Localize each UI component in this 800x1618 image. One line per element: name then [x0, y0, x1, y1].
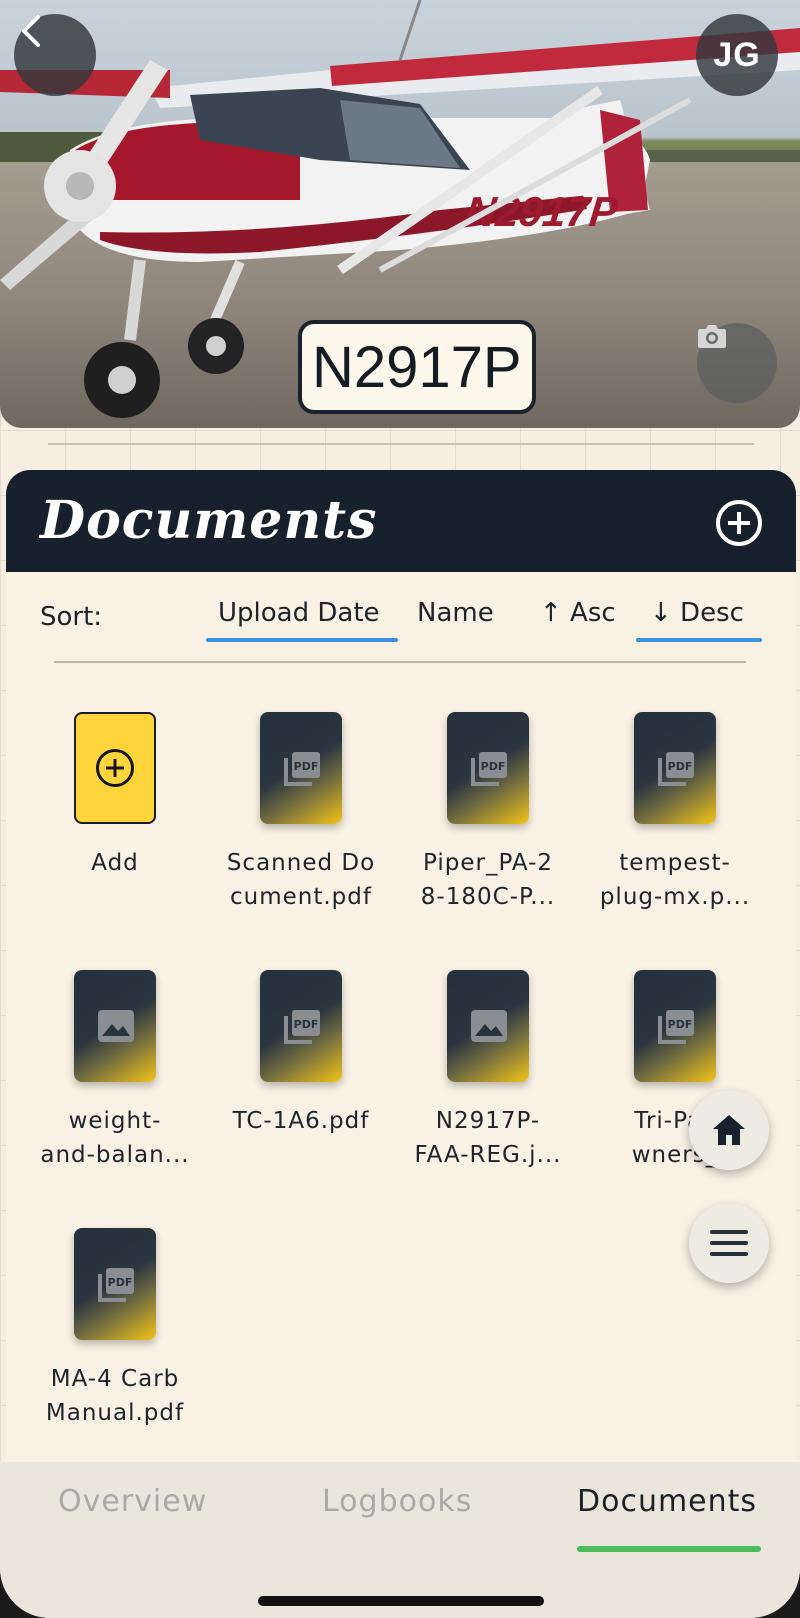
pdf-file-icon: PDF	[447, 712, 529, 824]
sort-order-underline	[636, 638, 762, 642]
home-icon	[713, 1115, 745, 1145]
sort-upload-date[interactable]: Upload Date	[206, 598, 398, 642]
aircraft-photo: N2917P JG N2917P	[0, 0, 800, 428]
document-tile[interactable]: PDF TC-1A6.pdf	[206, 970, 396, 1138]
svg-text:PDF: PDF	[481, 760, 506, 773]
menu-icon	[710, 1230, 748, 1256]
camera-button[interactable]	[697, 323, 777, 403]
document-tile[interactable]: PDF MA-4 Carb Manual.pdf	[20, 1228, 210, 1430]
add-file-icon	[74, 712, 156, 824]
home-button[interactable]	[689, 1090, 769, 1170]
pdf-file-icon: PDF	[260, 712, 342, 824]
chevron-left-icon	[22, 15, 40, 47]
add-document-button[interactable]	[716, 500, 762, 546]
image-file-icon	[447, 970, 529, 1082]
tile-label: tempest- plug-mx.p...	[599, 850, 751, 910]
menu-button[interactable]	[689, 1203, 769, 1283]
sort-name-label: Name	[417, 598, 494, 628]
tab-documents[interactable]: Documents	[577, 1484, 757, 1519]
sort-label: Sort:	[40, 602, 103, 632]
svg-text:PDF: PDF	[668, 1018, 693, 1031]
back-button[interactable]	[14, 14, 96, 96]
user-avatar[interactable]: JG	[696, 14, 778, 96]
document-tile[interactable]: weight- and-balan...	[20, 970, 210, 1172]
document-tile[interactable]: PDF Piper_PA-2 8-180C-P...	[393, 712, 583, 914]
sort-asc-label: ↑ Asc	[540, 598, 616, 628]
sort-name[interactable]: Name	[417, 598, 494, 628]
tile-label: MA-4 Carb Manual.pdf	[45, 1366, 185, 1426]
sort-desc[interactable]: ↓ Desc	[636, 598, 762, 642]
tab-overview[interactable]: Overview	[58, 1484, 207, 1519]
bottom-tab-bar: Overview Logbooks Documents	[0, 1462, 800, 1618]
svg-text:PDF: PDF	[294, 760, 319, 773]
documents-title: Documents	[40, 490, 378, 551]
sort-selected-underline	[206, 638, 398, 642]
tile-label: N2917P- FAA-REG.j...	[414, 1108, 562, 1168]
tile-label: Add	[91, 850, 139, 876]
sort-upload-date-label: Upload Date	[218, 598, 380, 628]
sort-desc-label: ↓ Desc	[650, 598, 744, 628]
pdf-file-icon: PDF	[634, 970, 716, 1082]
pdf-file-icon: PDF	[74, 1228, 156, 1340]
sort-asc[interactable]: ↑ Asc	[540, 598, 616, 628]
add-document-tile[interactable]: Add	[20, 712, 210, 880]
image-file-icon	[74, 970, 156, 1082]
tab-logbooks[interactable]: Logbooks	[322, 1484, 472, 1519]
tile-label: weight- and-balan...	[40, 1108, 190, 1168]
home-indicator[interactable]	[258, 1596, 544, 1606]
tile-label: TC-1A6.pdf	[232, 1108, 370, 1134]
app-screen: N2917P JG N2917P Documents Sort: Upload …	[0, 0, 800, 1618]
pdf-file-icon: PDF	[260, 970, 342, 1082]
svg-text:PDF: PDF	[294, 1018, 319, 1031]
document-tile[interactable]: PDF tempest- plug-mx.p...	[580, 712, 770, 914]
pdf-file-icon: PDF	[634, 712, 716, 824]
sort-bar: Sort: Upload Date Name ↑ Asc ↓ Desc	[6, 572, 796, 652]
svg-text:PDF: PDF	[668, 760, 693, 773]
svg-text:PDF: PDF	[108, 1276, 133, 1289]
tile-label: Piper_PA-2 8-180C-P...	[420, 850, 556, 910]
tile-label: Scanned Do cument.pdf	[226, 850, 376, 910]
camera-icon	[698, 325, 726, 348]
sort-divider	[54, 661, 746, 663]
divider	[48, 443, 754, 445]
document-tile[interactable]: N2917P- FAA-REG.j...	[393, 970, 583, 1172]
document-tile[interactable]: PDF Scanned Do cument.pdf	[206, 712, 396, 914]
active-tab-indicator	[577, 1546, 761, 1552]
documents-header: Documents	[6, 470, 796, 572]
documents-panel: Sort: Upload Date Name ↑ Asc ↓ Desc Add	[6, 572, 796, 1462]
tail-number-badge: N2917P	[298, 320, 536, 414]
